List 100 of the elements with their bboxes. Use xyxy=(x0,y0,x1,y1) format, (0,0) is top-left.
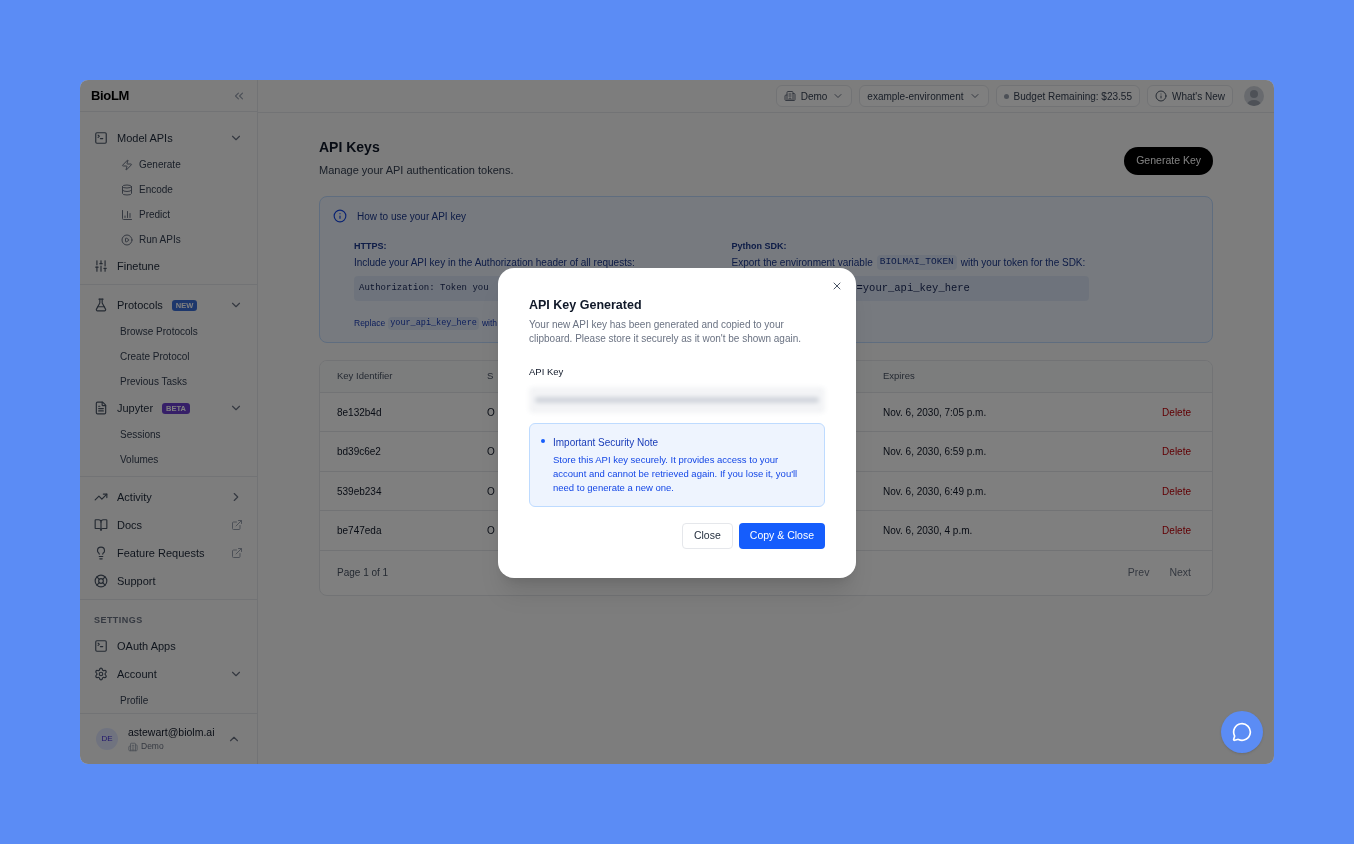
sidebar-subitem[interactable]: Predict xyxy=(92,202,245,228)
sidebar-item[interactable]: Support xyxy=(92,567,245,596)
note-title: Important Security Note xyxy=(553,436,660,450)
item-label: OAuth Apps xyxy=(117,638,176,654)
budget-indicator[interactable]: Budget Remaining: $23.55 xyxy=(995,85,1140,107)
delete-link[interactable]: Delete xyxy=(1162,444,1191,459)
item-icon xyxy=(94,401,108,416)
sidebar-subitem[interactable]: Run APIs xyxy=(92,227,245,253)
note-text: Store this API key securely. It provides access to your account and cannot be retrieved again. If you lose it, you'll need to generate a new one. xyxy=(553,453,799,495)
user-email: astewart@biolm.ai xyxy=(128,724,216,740)
subitem-icon xyxy=(121,233,133,246)
item-icon xyxy=(94,131,108,146)
table-cell: O xyxy=(487,485,495,497)
sidebar-subitem[interactable]: Encode xyxy=(92,177,245,203)
logo[interactable]: BioLM xyxy=(91,85,130,106)
dialog-title: API Key Generated xyxy=(529,297,643,314)
user-workspace: Demo xyxy=(141,740,164,754)
table-cell-text: Nov. 6, 2030, 7:05 p.m. xyxy=(883,405,988,420)
sidebar-item[interactable]: OAuth Apps xyxy=(92,631,245,660)
item-label: Support xyxy=(117,574,156,590)
column-header: S xyxy=(487,370,494,382)
section-label: HTTPS: xyxy=(354,239,388,253)
item-icon xyxy=(94,259,108,274)
subitem-icon xyxy=(121,183,133,196)
info-icon xyxy=(333,209,347,223)
subitem-icon xyxy=(121,208,133,221)
footnote-text: with xyxy=(481,317,498,330)
info-title: How to use your API key xyxy=(357,209,466,224)
table-cell: 539eb234 xyxy=(337,485,382,497)
item-icon xyxy=(94,638,108,653)
column-header: Expires xyxy=(883,370,915,382)
pagination-label: Page 1 of 1 xyxy=(337,566,390,581)
table-cell-text: Nov. 6, 2030, 6:49 p.m. xyxy=(883,484,988,499)
info-icon xyxy=(1154,90,1167,102)
user-avatar: DE xyxy=(96,727,118,750)
copy-close-button[interactable]: Copy & Close xyxy=(738,523,825,549)
chat-icon xyxy=(1232,722,1252,742)
item-label: Docs xyxy=(117,518,143,534)
sidebar-item[interactable]: Model APIs xyxy=(92,124,245,153)
generate-key-button[interactable]: Generate Key xyxy=(1124,147,1213,175)
item-label: Model APIs xyxy=(117,131,173,147)
code-text: Authorization: Token you xyxy=(359,281,489,295)
sidebar-subitem[interactable]: Previous Tasks xyxy=(92,369,245,395)
external-link-icon xyxy=(231,547,243,560)
delete-link[interactable]: Delete xyxy=(1162,523,1191,538)
sidebar-subitem[interactable]: Volumes xyxy=(92,447,245,473)
section-label: Python SDK: xyxy=(731,239,788,253)
sidebar-item[interactable]: Finetune xyxy=(92,252,245,281)
table-cell: O xyxy=(487,525,495,536)
field-label: API Key xyxy=(529,364,565,379)
workspace-dropdown[interactable]: Demo xyxy=(775,85,853,107)
sidebar-item[interactable]: Docs xyxy=(92,511,245,540)
inline-code: BIOLMAI_TOKEN xyxy=(876,255,957,270)
item-label: Protocols xyxy=(117,298,163,314)
item-icon xyxy=(94,298,108,313)
item-icon xyxy=(94,546,108,561)
whats-new-button[interactable]: What's New xyxy=(1146,85,1233,107)
page-title: API Keys xyxy=(319,138,381,157)
delete-link[interactable]: Delete xyxy=(1162,404,1191,420)
subitem-icon xyxy=(121,158,133,171)
sidebar-subitem[interactable]: Generate xyxy=(92,152,245,178)
sidebar-item[interactable]: Feature Requests xyxy=(92,539,245,568)
building-icon xyxy=(783,90,796,102)
sidebar-item[interactable]: Account xyxy=(92,659,245,688)
table-cell: be747eda xyxy=(337,525,382,536)
footnote-text: Replace xyxy=(354,317,386,330)
profile-avatar[interactable] xyxy=(1244,86,1264,106)
close-button[interactable]: Close xyxy=(681,523,733,549)
section-heading: SETTINGS xyxy=(93,614,144,628)
table-cell: O xyxy=(487,446,495,457)
delete-link[interactable]: Delete xyxy=(1162,483,1191,499)
section-description: with your token for the SDK: xyxy=(960,256,1086,270)
close-icon[interactable] xyxy=(831,280,843,292)
item-label: Jupyter xyxy=(117,401,154,417)
item-icon xyxy=(94,518,108,533)
table-cell-text: Nov. 6, 2030, 4 p.m. xyxy=(883,524,974,538)
dialog-description: Your new API key has been generated and copied to your clipboard. Please store it securely as it won't be shown again. xyxy=(529,317,803,346)
item-icon xyxy=(94,574,108,589)
item-label: Account xyxy=(117,666,157,682)
environment-dropdown[interactable]: example-environment xyxy=(859,85,989,107)
item-label: Finetune xyxy=(117,259,160,275)
external-link-icon xyxy=(231,519,243,532)
item-label: Feature Requests xyxy=(117,546,205,562)
item-icon xyxy=(94,666,108,681)
column-header: Key Identifier xyxy=(337,370,393,382)
sidebar-subitem[interactable]: Profile xyxy=(92,687,245,713)
sidebar-subitem[interactable]: Sessions xyxy=(92,422,245,448)
item-label: Activity xyxy=(117,490,152,506)
sidebar-subitem[interactable]: Browse Protocols xyxy=(92,319,245,345)
table-cell: 8e132b4d xyxy=(337,406,382,418)
building-icon xyxy=(128,741,138,752)
table-cell-text: Nov. 6, 2030, 6:59 p.m. xyxy=(883,445,988,459)
api-key-field[interactable] xyxy=(529,387,825,413)
table-cell: O xyxy=(487,406,495,418)
bullet-icon xyxy=(541,439,545,443)
sidebar-subitem[interactable]: Create Protocol xyxy=(92,344,245,370)
page-subtitle: Manage your API authentication tokens. xyxy=(319,163,514,178)
sidebar-item[interactable]: Activity xyxy=(92,483,245,512)
section-description: Include your API key in the Authorization header of all requests: xyxy=(354,256,636,270)
table-cell: bd39c6e2 xyxy=(337,446,381,457)
